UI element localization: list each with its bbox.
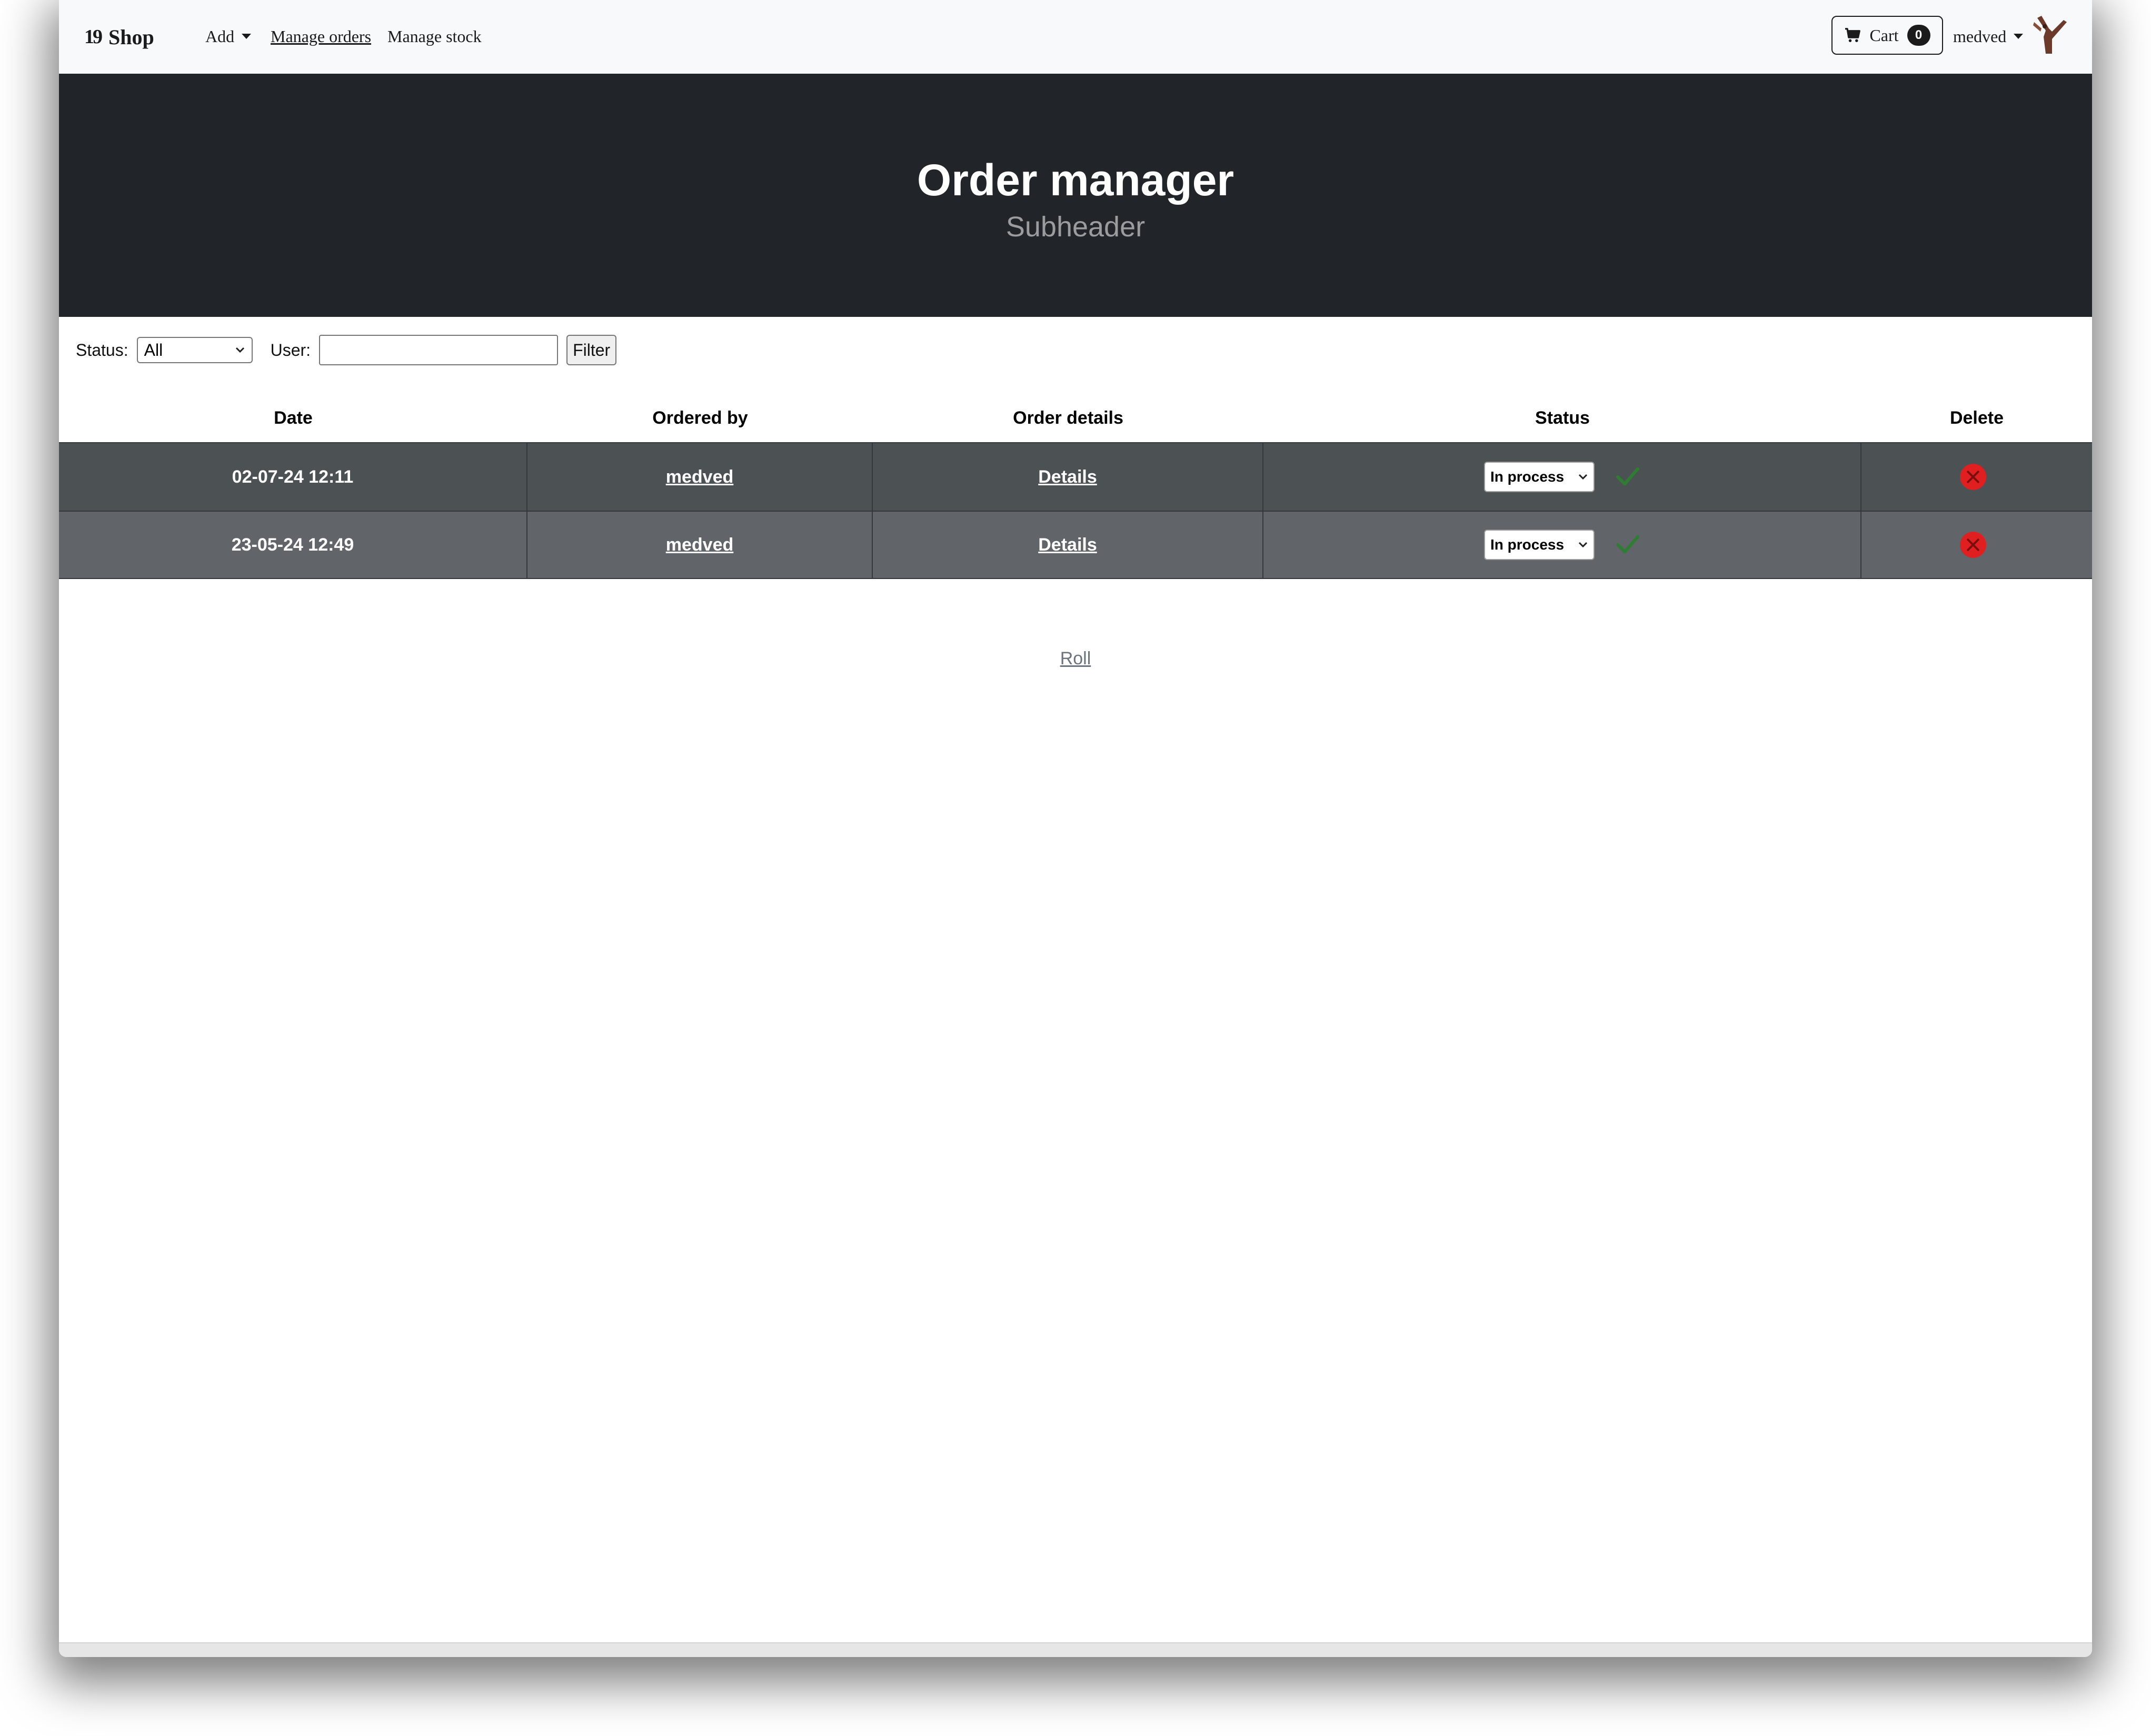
ordered-by-link[interactable]: medved bbox=[666, 467, 734, 487]
user-filter-input[interactable] bbox=[319, 335, 559, 365]
status-cell: In process bbox=[1263, 443, 1861, 511]
column-header-status: Status bbox=[1535, 408, 1590, 428]
nav-manage-orders[interactable]: Manage orders bbox=[271, 24, 371, 48]
check-icon[interactable] bbox=[1616, 467, 1640, 487]
order-details-cell: Details bbox=[873, 443, 1263, 511]
user-menu-label: medved bbox=[1953, 27, 2007, 46]
chevron-down-icon bbox=[1578, 474, 1588, 480]
cart-button[interactable]: Cart 0 bbox=[1831, 16, 1943, 55]
status-filter-label: Status: bbox=[76, 340, 128, 360]
nav-manage-stock[interactable]: Manage stock bbox=[387, 24, 482, 48]
orders-table: Date Ordered by Order details Status Del… bbox=[59, 394, 2092, 579]
order-details-link[interactable]: Details bbox=[1038, 467, 1097, 487]
table-row: 23-05-24 12:49 medved Details In process bbox=[59, 511, 2092, 579]
delete-icon[interactable] bbox=[1959, 531, 1987, 558]
page-header: Order manager Subheader bbox=[59, 74, 2092, 317]
status-filter-select[interactable]: All bbox=[136, 337, 253, 363]
chevron-down-icon bbox=[235, 347, 244, 353]
column-header-ordered-by: Ordered by bbox=[652, 408, 748, 428]
avatar[interactable] bbox=[2031, 16, 2069, 56]
cart-label: Cart bbox=[1869, 25, 1899, 45]
delete-cell bbox=[1861, 443, 2092, 511]
filter-bar: Status: All User: Filter bbox=[76, 334, 617, 366]
order-date: 23-05-24 12:49 bbox=[59, 512, 527, 578]
nav-add-label: Add bbox=[205, 27, 235, 46]
ordered-by-link[interactable]: medved bbox=[666, 535, 734, 555]
order-details-cell: Details bbox=[873, 512, 1263, 578]
nav-add-dropdown[interactable]: Add bbox=[205, 24, 252, 48]
column-header-order-details: Order details bbox=[1013, 408, 1123, 428]
chevron-down-icon bbox=[1578, 542, 1588, 548]
order-status-select[interactable]: In process bbox=[1484, 462, 1595, 492]
user-filter-label: User: bbox=[270, 340, 311, 360]
column-header-delete: Delete bbox=[1949, 408, 2004, 428]
roll-link[interactable]: Roll bbox=[59, 648, 2092, 669]
status-filter-value: All bbox=[144, 340, 163, 360]
brand-link[interactable]: 19 Shop bbox=[84, 21, 154, 53]
cart-icon bbox=[1845, 28, 1861, 42]
column-header-date: Date bbox=[274, 408, 313, 428]
table-row: 02-07-24 12:11 medved Details In process bbox=[59, 442, 2092, 511]
brand-logo: 19 bbox=[84, 26, 103, 48]
order-status-value: In process bbox=[1490, 468, 1565, 485]
filter-button[interactable]: Filter bbox=[566, 335, 617, 365]
caret-down-icon bbox=[2014, 34, 2024, 39]
browser-window: 19 Shop Add Manage orders Manage stock C… bbox=[59, 0, 2092, 1657]
order-details-link[interactable]: Details bbox=[1038, 535, 1097, 555]
user-menu-dropdown[interactable]: medved bbox=[1953, 24, 2024, 48]
navbar: 19 Shop Add Manage orders Manage stock C… bbox=[59, 0, 2092, 74]
order-status-value: In process bbox=[1490, 536, 1565, 553]
brand-text: Shop bbox=[108, 25, 154, 49]
delete-cell bbox=[1861, 512, 2092, 578]
page-subtitle: Subheader bbox=[1005, 211, 1146, 243]
order-date: 02-07-24 12:11 bbox=[59, 443, 527, 511]
ordered-by-cell: medved bbox=[527, 443, 873, 511]
check-icon[interactable] bbox=[1616, 535, 1640, 555]
status-cell: In process bbox=[1263, 512, 1861, 578]
page-title: Order manager bbox=[917, 155, 1234, 205]
order-status-select[interactable]: In process bbox=[1484, 530, 1595, 560]
horizontal-scrollbar[interactable] bbox=[59, 1642, 2092, 1657]
table-header: Date Ordered by Order details Status Del… bbox=[59, 394, 2092, 442]
ordered-by-cell: medved bbox=[527, 512, 873, 578]
cart-count-badge: 0 bbox=[1907, 25, 1930, 46]
delete-icon[interactable] bbox=[1959, 463, 1987, 491]
caret-down-icon bbox=[242, 34, 252, 39]
